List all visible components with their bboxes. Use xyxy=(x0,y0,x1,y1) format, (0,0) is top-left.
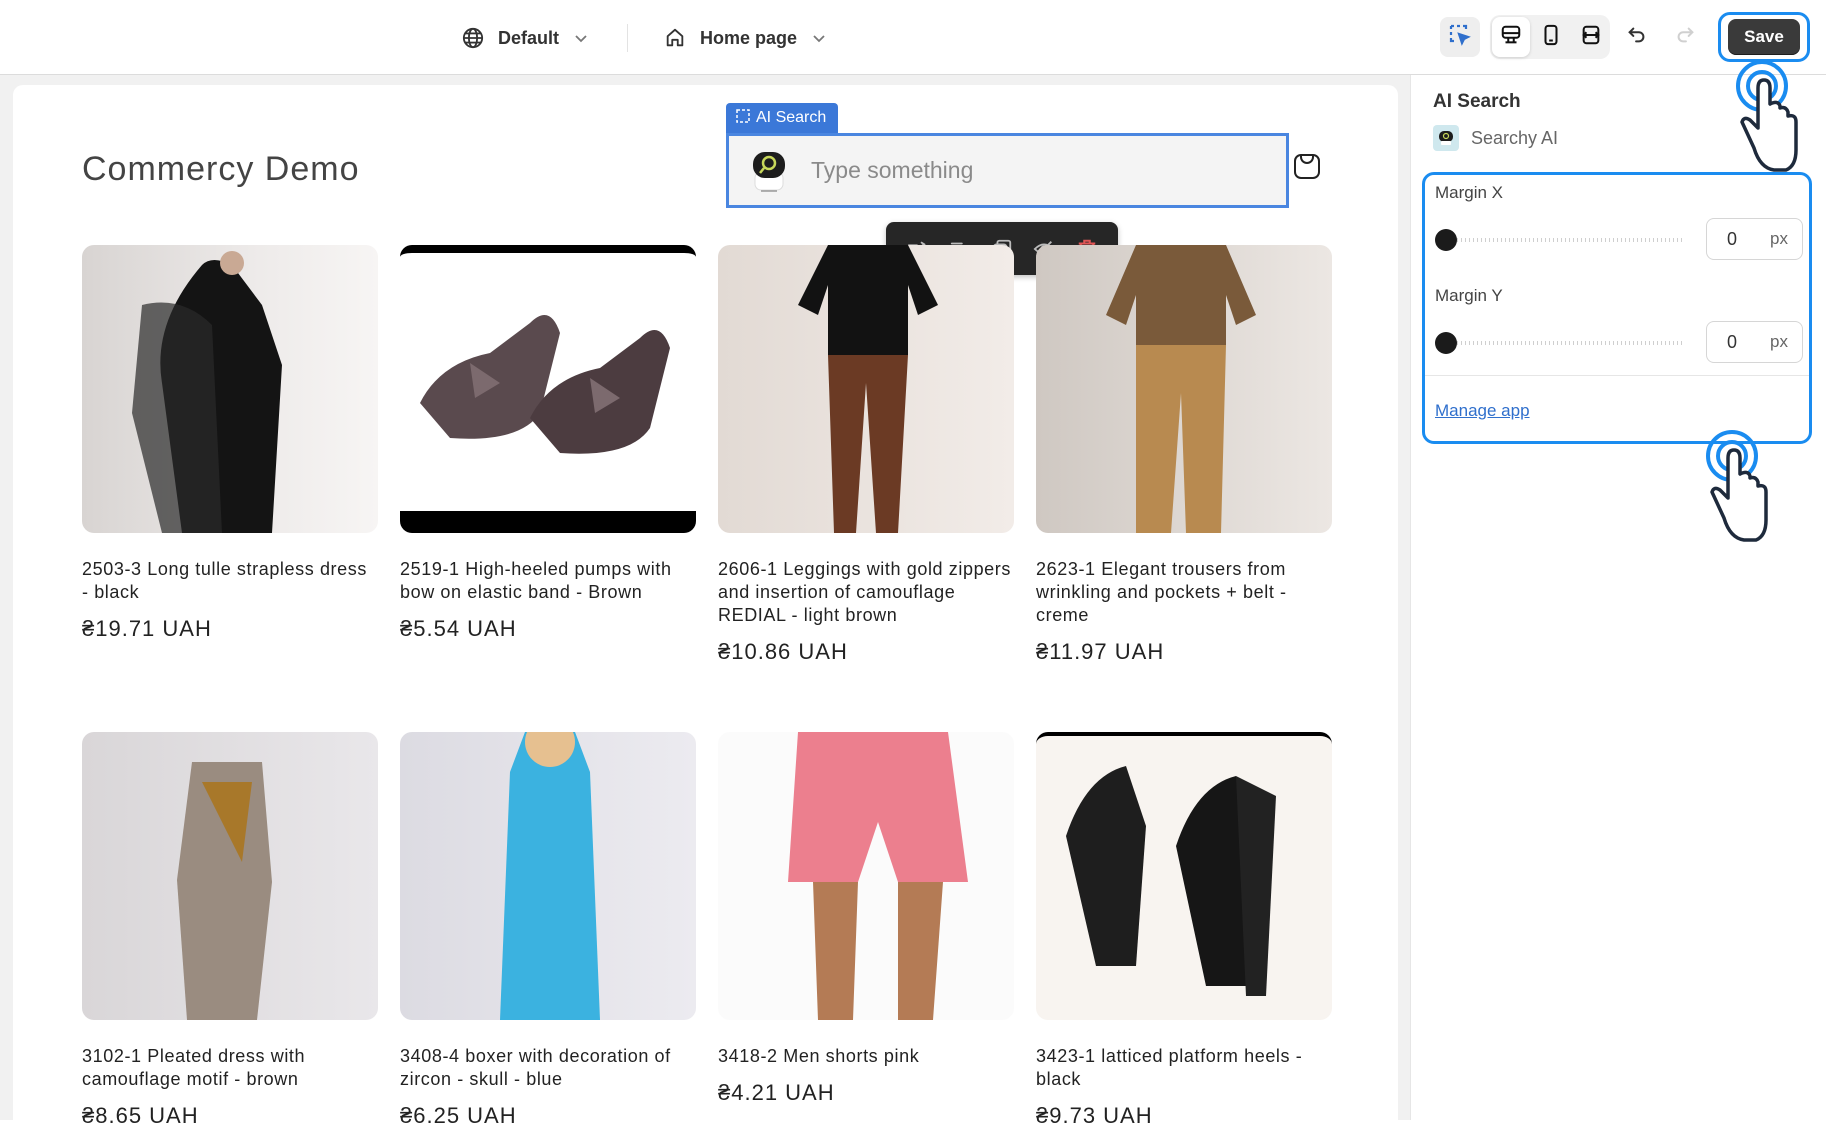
page-selector[interactable]: Home page xyxy=(664,20,827,56)
margin-x-input[interactable] xyxy=(1727,228,1757,250)
margin-x-label: Margin X xyxy=(1435,183,1504,202)
mobile-icon xyxy=(1540,24,1562,51)
product-image xyxy=(400,732,696,1020)
margin-x-field[interactable]: px xyxy=(1706,218,1803,260)
undo-button[interactable] xyxy=(1617,17,1657,57)
locale-label: Default xyxy=(498,27,560,48)
ai-search-input[interactable] xyxy=(811,157,1231,184)
store-preview: Commercy Demo AI Search Type something 2… xyxy=(13,85,1398,1125)
product-image xyxy=(82,245,378,533)
margin-y-slider[interactable] xyxy=(1435,331,1685,355)
app-name: Searchy AI xyxy=(1471,127,1559,148)
product-card[interactable]: 2519-1 High-heeled pumps with bow on ela… xyxy=(400,245,696,642)
chevron-down-icon xyxy=(811,30,827,46)
divider xyxy=(1425,375,1809,376)
product-price: ₴9.73 UAH xyxy=(1036,1103,1153,1125)
app-source: Searchy AI xyxy=(1433,125,1558,151)
margin-y-field[interactable]: px xyxy=(1706,321,1803,363)
page-label: Home page xyxy=(700,27,798,48)
margin-y-input[interactable] xyxy=(1727,331,1757,353)
product-card[interactable]: 3423-1 latticed platform heels - black ₴… xyxy=(1036,732,1332,1125)
settings-panel: AI Search Searchy AI Margin X px Margin … xyxy=(1411,75,1826,1120)
mobile-view-button[interactable] xyxy=(1532,17,1570,57)
cart-icon[interactable] xyxy=(1292,151,1322,186)
select-cursor-icon xyxy=(1448,23,1472,52)
block-frame-icon xyxy=(736,108,750,128)
slider-thumb[interactable] xyxy=(1435,332,1457,354)
device-toggle xyxy=(1490,15,1610,59)
product-name[interactable]: 3418-2 Men shorts pink xyxy=(718,1045,1014,1068)
product-price: ₴10.86 UAH xyxy=(718,639,848,664)
product-price: ₴5.54 UAH xyxy=(400,616,517,641)
ai-search-block[interactable] xyxy=(726,133,1289,208)
desktop-view-button[interactable] xyxy=(1492,17,1530,57)
editor-canvas: Commercy Demo AI Search Type something 2… xyxy=(0,75,1410,1125)
robot-search-icon xyxy=(749,148,789,194)
margin-x-slider[interactable] xyxy=(1435,228,1685,252)
select-mode-button[interactable] xyxy=(1440,17,1480,57)
slider-track xyxy=(1445,238,1685,242)
undo-icon xyxy=(1626,24,1648,51)
chevron-down-icon xyxy=(573,30,589,46)
unit-label: px xyxy=(1770,229,1788,248)
product-image xyxy=(718,245,1014,533)
product-card[interactable]: 2606-1 Leggings with gold zippers and in… xyxy=(718,245,1014,665)
product-image xyxy=(1036,245,1332,533)
product-card[interactable]: 3408-4 boxer with decoration of zircon -… xyxy=(400,732,696,1125)
product-price: ₴4.21 UAH xyxy=(718,1080,835,1105)
product-name[interactable]: 3423-1 latticed platform heels - black xyxy=(1036,1045,1332,1091)
redo-button[interactable] xyxy=(1665,17,1705,57)
product-image xyxy=(718,732,1014,1020)
home-icon xyxy=(664,27,686,49)
desktop-icon xyxy=(1500,24,1522,51)
top-bar: Default Home page Save xyxy=(0,0,1826,75)
fullwidth-view-button[interactable] xyxy=(1572,17,1610,57)
product-name[interactable]: 3408-4 boxer with decoration of zircon -… xyxy=(400,1045,696,1091)
product-name[interactable]: 2606-1 Leggings with gold zippers and in… xyxy=(718,558,1014,627)
product-name[interactable]: 2503-3 Long tulle strapless dress - blac… xyxy=(82,558,378,604)
store-title: Commercy Demo xyxy=(82,150,360,188)
redo-icon xyxy=(1674,24,1696,51)
product-price: ₴8.65 UAH xyxy=(82,1103,199,1125)
app-icon xyxy=(1433,125,1459,151)
product-name[interactable]: 2623-1 Elegant trousers from wrinkling a… xyxy=(1036,558,1332,627)
slider-track xyxy=(1445,341,1685,345)
product-card[interactable]: 2623-1 Elegant trousers from wrinkling a… xyxy=(1036,245,1332,665)
margin-y-label: Margin Y xyxy=(1435,286,1503,305)
panel-title: AI Search xyxy=(1433,91,1521,112)
ai-search-tag-label: AI Search xyxy=(756,109,827,126)
expand-width-icon xyxy=(1580,24,1602,51)
ai-search-block-tag[interactable]: AI Search xyxy=(726,103,839,133)
product-price: ₴11.97 UAH xyxy=(1036,639,1165,664)
product-image xyxy=(400,245,696,533)
slider-thumb[interactable] xyxy=(1435,229,1457,251)
divider xyxy=(627,24,628,52)
locale-selector[interactable]: Default xyxy=(462,20,589,56)
globe-icon xyxy=(462,27,484,49)
product-price: ₴6.25 UAH xyxy=(400,1103,517,1125)
product-name[interactable]: 3102-1 Pleated dress with camouflage mot… xyxy=(82,1045,378,1091)
margin-settings-group: Margin X px Margin Y px Manage app xyxy=(1422,172,1812,444)
manage-app-link[interactable]: Manage app xyxy=(1435,401,1530,421)
product-card[interactable]: 3102-1 Pleated dress with camouflage mot… xyxy=(82,732,378,1125)
product-price: ₴19.71 UAH xyxy=(82,616,212,641)
product-image xyxy=(82,732,378,1020)
unit-label: px xyxy=(1770,332,1788,351)
product-name[interactable]: 2519-1 High-heeled pumps with bow on ela… xyxy=(400,558,696,604)
product-card[interactable]: 2503-3 Long tulle strapless dress - blac… xyxy=(82,245,378,642)
save-button[interactable]: Save xyxy=(1728,19,1800,55)
product-card[interactable]: 3418-2 Men shorts pink ₴4.21 UAH xyxy=(718,732,1014,1106)
product-image xyxy=(1036,732,1332,1020)
